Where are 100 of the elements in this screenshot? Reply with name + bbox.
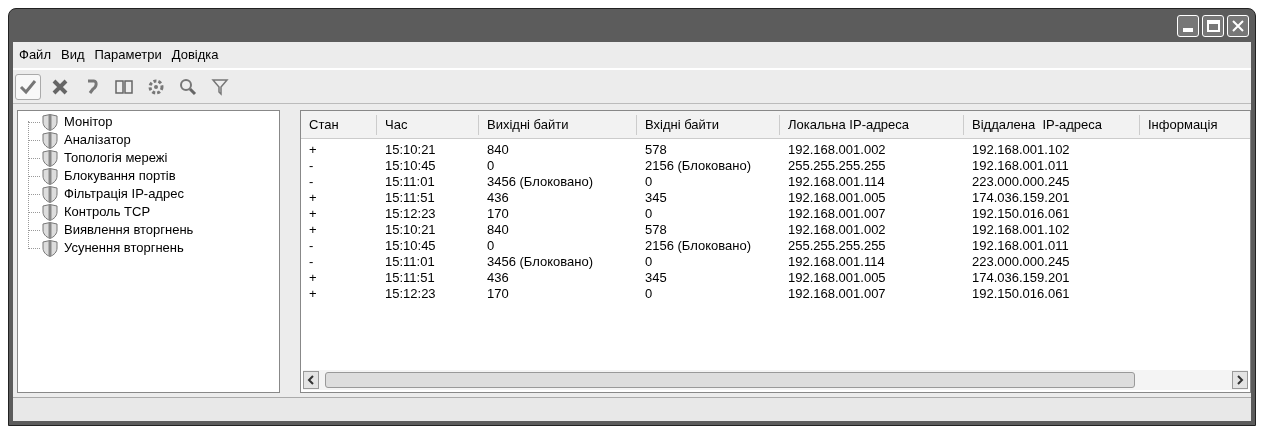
table-cell-text: 192.150.016.061	[971, 206, 1071, 222]
shield-icon	[42, 239, 58, 257]
table-cell-text: +	[308, 190, 318, 206]
scroll-right-icon[interactable]	[1232, 371, 1248, 389]
table-cell-text: 192.168.001.114	[787, 254, 886, 270]
table-cell-text: 0	[644, 206, 654, 222]
maximize-icon	[1206, 19, 1220, 32]
table-cell-text: 170	[486, 286, 510, 302]
table-cell-text: -	[308, 174, 315, 190]
table-cell-text: 15:11:01	[384, 254, 436, 270]
table-cell-text: 192.168.001.005	[787, 270, 887, 286]
table-cell-text: 255.255.255.255	[787, 238, 887, 254]
shield-icon	[42, 221, 58, 239]
table-cell-text: 0	[486, 238, 496, 254]
tree-item[interactable]: Монітор	[64, 112, 113, 132]
close-icon	[1232, 19, 1244, 32]
column-header[interactable]: Віддалена IP-адреса	[964, 114, 1140, 135]
tree-item[interactable]: Виявлення вторгнень	[64, 220, 194, 240]
scroll-thumb[interactable]	[325, 372, 1135, 388]
table-cell-text: +	[308, 222, 318, 238]
table-cell-text: 0	[644, 174, 654, 190]
table-cell-text: -	[308, 254, 315, 270]
table-cell-text: 2156 (Блоковано)	[644, 158, 752, 174]
table-cell-text: 345	[644, 270, 668, 286]
shield-icon	[42, 149, 58, 167]
table-cell-text: 15:12:23	[384, 206, 437, 222]
search-icon	[178, 76, 198, 97]
table-cell-text: 192.168.001.002	[787, 222, 887, 238]
table-cell-text: 3456 (Блоковано)	[486, 174, 594, 190]
menu-item[interactable]: Вид	[60, 45, 85, 65]
horizontal-scrollbar[interactable]	[303, 370, 1248, 390]
table-cell-text: 192.168.001.007	[787, 206, 887, 222]
table-cell-text: 15:12:23	[384, 286, 437, 302]
table-cell-text: 15:11:51	[384, 270, 436, 286]
column-header[interactable]: Інформація	[1140, 114, 1250, 135]
tree-item[interactable]: Блокування портів	[64, 166, 176, 186]
table-cell-text: 578	[644, 142, 668, 158]
table-cell-text: 255.255.255.255	[787, 158, 887, 174]
table-cell-text: 192.150.016.061	[971, 286, 1071, 302]
table-cell-text: 840	[486, 222, 510, 238]
table-cell-text: 0	[644, 254, 654, 270]
funnel-icon	[210, 76, 230, 97]
table-cell-text: 2156 (Блоковано)	[644, 238, 752, 254]
table-cell-text: 345	[644, 190, 668, 206]
table-cell-text: 578	[644, 222, 668, 238]
minimize-button[interactable]	[1177, 14, 1199, 37]
table-cell-text: 0	[644, 286, 654, 302]
table-cell-text: 15:11:51	[384, 190, 436, 206]
table-cell-text: 223.000.000.245	[971, 254, 1071, 270]
scroll-left-icon[interactable]	[303, 371, 319, 389]
close-button[interactable]	[1227, 14, 1249, 37]
table-cell-text: 436	[486, 190, 510, 206]
table-cell-text: +	[308, 286, 318, 302]
menu-item[interactable]: Файл	[19, 45, 51, 65]
table-cell-text: -	[308, 158, 315, 174]
column-header[interactable]: Вихідні байти	[479, 114, 637, 135]
table-cell-text: 192.168.001.102	[971, 142, 1071, 158]
table-cell-text: +	[308, 206, 318, 222]
tree-item[interactable]: Топологія мережі	[64, 148, 168, 168]
table-cell-text: 15:11:01	[384, 174, 436, 190]
tree-item[interactable]: Фільтрація IP-адрес	[64, 184, 184, 204]
shield-icon	[42, 131, 58, 149]
menu-item[interactable]: Довідка	[171, 45, 219, 65]
column-header[interactable]: Час	[377, 114, 479, 135]
table-cell-text: 192.168.001.007	[787, 286, 887, 302]
table-cell-text: 192.168.001.011	[971, 158, 1070, 174]
tree-item[interactable]: Контроль TCP	[64, 202, 151, 222]
shield-icon	[42, 203, 58, 221]
table-cell-text: 192.168.001.011	[971, 238, 1070, 254]
table-cell-text: 192.168.001.102	[971, 222, 1071, 238]
table-cell-text: 15:10:45	[384, 158, 437, 174]
table-cell-text: 3456 (Блоковано)	[486, 254, 594, 270]
table-cell-text: 192.168.001.114	[787, 174, 886, 190]
table-cell-text: 223.000.000.245	[971, 174, 1071, 190]
table-cell-text: 15:10:21	[384, 142, 437, 158]
table-cell-text: 192.168.001.002	[787, 142, 887, 158]
table-cell-text: 840	[486, 142, 510, 158]
column-header[interactable]: Стан	[301, 114, 377, 135]
menu-item[interactable]: Параметри	[94, 45, 162, 65]
table-cell-text: 170	[486, 206, 510, 222]
table-cell-text: +	[308, 142, 318, 158]
table-cell-text: -	[308, 238, 315, 254]
table-cell-text: 15:10:45	[384, 238, 437, 254]
column-header[interactable]: Вхідні байти	[637, 114, 780, 135]
minimize-icon	[1183, 27, 1193, 32]
table-cell-text: 15:10:21	[384, 222, 437, 238]
shield-icon	[42, 113, 58, 131]
maximize-button[interactable]	[1202, 14, 1224, 37]
column-header[interactable]: Локальна IP-адреса	[780, 114, 964, 135]
tree-item[interactable]: Аналізатор	[64, 130, 131, 150]
toolbar-button[interactable]	[15, 73, 41, 100]
shield-icon	[42, 167, 58, 185]
shield-icon	[42, 185, 58, 203]
table-cell-text: 192.168.001.005	[787, 190, 887, 206]
table-cell-text: 174.036.159.201	[971, 190, 1071, 206]
tree-item[interactable]: Усунення вторгнень	[64, 238, 184, 258]
table-cell-text: 0	[486, 158, 496, 174]
table-cell-text: 174.036.159.201	[971, 270, 1071, 286]
table-cell-text: +	[308, 270, 318, 286]
table-cell-text: 436	[486, 270, 510, 286]
